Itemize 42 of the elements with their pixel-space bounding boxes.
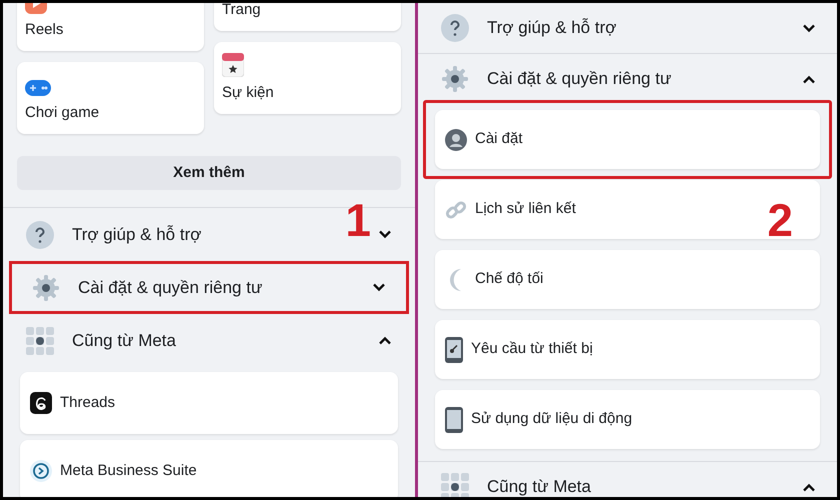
section-title[interactable]: Trợ giúp & hỗ trợ — [72, 222, 202, 248]
shortcut-card[interactable]: Trang — [214, 3, 401, 31]
shortcut-label: Reels — [25, 22, 64, 37]
menu-item[interactable]: Threads — [20, 372, 398, 434]
shortcut-card[interactable]: Sự kiện — [214, 42, 401, 114]
menu-item[interactable]: Chế độ tối — [435, 250, 820, 309]
section-title[interactable]: Cũng từ Meta — [487, 474, 591, 497]
shortcut-label: Chơi game — [25, 105, 100, 120]
menu-item[interactable]: Yêu cầu từ thiết bị — [435, 320, 820, 379]
shortcut-label: Sự kiện — [222, 85, 275, 100]
gear-icon — [32, 274, 60, 302]
business-suite-icon — [30, 460, 52, 482]
chevron-up-icon — [378, 336, 392, 345]
threads-logo-icon — [30, 392, 52, 414]
phone-icon — [445, 406, 463, 432]
section-title[interactable]: Cũng từ Meta — [72, 328, 176, 354]
shortcut-card[interactable]: Reels — [17, 3, 204, 51]
chevron-down-icon — [378, 230, 392, 239]
link-icon — [445, 198, 467, 220]
gear-icon — [441, 65, 469, 93]
section-title[interactable]: Cài đặt & quyền riêng tư — [487, 66, 672, 92]
chevron-down-icon — [802, 24, 816, 32]
shortcut-card[interactable]: Chơi game — [17, 62, 204, 134]
question-icon — [441, 14, 469, 42]
gamepad-icon — [25, 79, 51, 97]
person-icon — [445, 128, 467, 150]
see-more-button[interactable]: Xem thêm — [17, 156, 401, 190]
calendar-icon — [222, 53, 244, 77]
step-number: 1 — [345, 197, 371, 243]
section-title[interactable]: Trợ giúp & hỗ trợ — [487, 15, 616, 41]
chevron-up-icon — [802, 74, 816, 84]
grid-icon — [26, 326, 54, 354]
menu-item[interactable]: Meta Business Suite — [20, 440, 398, 497]
grid-icon — [441, 473, 469, 497]
phone-key-icon — [445, 336, 463, 362]
menu-item[interactable]: Cài đặt — [435, 110, 820, 169]
chevron-up-icon — [802, 482, 816, 492]
chevron-down-icon — [372, 283, 386, 292]
question-icon — [26, 220, 54, 248]
section-title[interactable]: Cài đặt & quyền riêng tư — [78, 274, 262, 300]
shortcut-label: Trang — [222, 3, 262, 17]
menu-item[interactable]: Sử dụng dữ liệu di động — [435, 390, 820, 449]
